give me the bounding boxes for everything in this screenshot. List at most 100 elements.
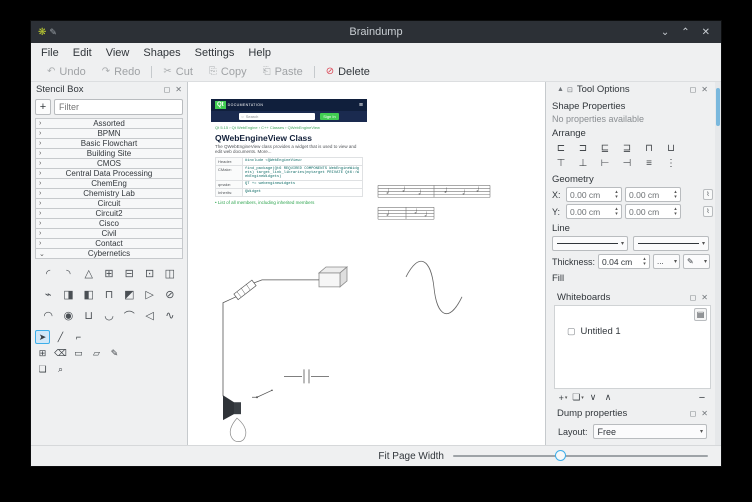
spin-down-icon[interactable]: ▾ <box>615 195 618 200</box>
canvas-shape-resistor-wire[interactable] <box>223 280 319 396</box>
width-spinbox[interactable]: 0.00 cm ▴▾ <box>625 187 681 202</box>
canvas-shape-music-staff-1[interactable]: ♩♩♩ ♩♩♩ <box>378 185 490 197</box>
line-tool-button[interactable]: ╱ <box>53 330 68 344</box>
canvas-shape-3d-box[interactable] <box>319 267 347 287</box>
pattern-tool-button[interactable]: ▱ <box>89 346 104 360</box>
zoom-slider[interactable] <box>453 446 708 466</box>
stencil-shape-icon[interactable]: ▷ <box>139 284 159 305</box>
lock-icon[interactable]: ⊡ <box>567 86 573 94</box>
stencil-shape-icon[interactable]: ◩ <box>119 284 139 305</box>
duplicate-whiteboard-button[interactable]: ❏ ▾ <box>572 391 584 404</box>
move-up-button[interactable]: ∧ <box>602 391 614 404</box>
whiteboard-list-item[interactable]: ▢ Untitled 1 <box>555 326 710 337</box>
menu-settings[interactable]: Settings <box>188 47 242 59</box>
stencil-shape-icon[interactable]: ⌁ <box>38 284 58 305</box>
close-panel-icon[interactable]: ✕ <box>175 85 182 94</box>
link-aspect-icon[interactable]: ⌇ <box>703 189 713 200</box>
stencil-shape-icon[interactable]: ◜ <box>38 263 58 284</box>
float-panel-icon[interactable]: ◻ <box>164 85 171 94</box>
stencil-shape-icon[interactable]: ⊓ <box>99 284 119 305</box>
menu-shapes[interactable]: Shapes <box>136 47 187 59</box>
menu-help[interactable]: Help <box>241 47 278 59</box>
delete-button[interactable]: ⊘ Delete <box>318 66 378 78</box>
stencil-shape-icon[interactable]: ◡ <box>99 305 119 326</box>
grid-tool-button[interactable]: ⊞ <box>35 346 50 360</box>
spin-down-icon[interactable]: ▾ <box>643 262 646 267</box>
menu-view[interactable]: View <box>99 47 137 59</box>
line-cap-select[interactable]: ... ▾ <box>653 254 680 269</box>
spin-down-icon[interactable]: ▾ <box>674 195 677 200</box>
menu-file[interactable]: File <box>34 47 66 59</box>
copy-button[interactable]: ⎘ Copy <box>201 66 255 78</box>
thickness-spinbox[interactable]: 0.04 cm ▴▾ <box>598 254 650 269</box>
arrange-icon-button[interactable]: ⊏ <box>552 141 570 155</box>
arrange-icon-button[interactable]: ⊐ <box>574 141 592 155</box>
arrange-icon-button[interactable]: ⊥ <box>574 156 592 170</box>
arrange-icon-button[interactable]: ⊣ <box>618 156 636 170</box>
list-view-button[interactable]: ▤ <box>694 308 707 321</box>
float-panel-icon[interactable]: ◻ <box>690 85 697 94</box>
arrange-icon-button[interactable]: ⊓ <box>640 141 658 155</box>
move-down-button[interactable]: ∨ <box>587 391 599 404</box>
remove-whiteboard-button[interactable]: − <box>696 391 708 404</box>
stencil-shape-icon[interactable]: ⊘ <box>160 284 180 305</box>
maximize-button[interactable]: ⌃ <box>681 27 689 38</box>
spin-down-icon[interactable]: ▾ <box>674 212 677 217</box>
close-button[interactable]: ✕ <box>702 27 710 38</box>
canvas-shape-sine-curve[interactable] <box>406 261 462 313</box>
stencil-filter-input[interactable] <box>54 99 183 115</box>
redo-button[interactable]: ↷ Redo <box>94 66 149 78</box>
close-panel-icon[interactable]: ✕ <box>701 293 708 302</box>
add-whiteboard-button[interactable]: + ▾ <box>557 391 569 404</box>
canvas-shape-switch[interactable] <box>252 390 273 399</box>
canvas-shape-speaker[interactable] <box>223 395 241 420</box>
stencil-shape-icon[interactable]: ◧ <box>79 284 99 305</box>
arrange-icon-button[interactable]: ⊑ <box>596 141 614 155</box>
stencil-shape-icon[interactable]: ◠ <box>38 305 58 326</box>
select-tool-button[interactable]: ➤ <box>35 330 50 344</box>
close-panel-icon[interactable]: ✕ <box>701 85 708 94</box>
stencil-shape-icon[interactable]: ◁ <box>139 305 159 326</box>
arrange-icon-button[interactable]: ⋮ <box>662 156 680 170</box>
float-panel-icon[interactable]: ◻ <box>690 409 697 418</box>
canvas-image-qt-documentation[interactable]: Qt DOCUMENTATION ≡ ○ Search Sign In Qt 5… <box>211 99 367 208</box>
canvas-shape-capacitor[interactable] <box>284 369 329 383</box>
pan-tool-button[interactable]: ❏ <box>35 362 50 376</box>
arrange-icon-button[interactable]: ⊢ <box>596 156 614 170</box>
line-style-select[interactable]: ✎ ▾ <box>683 254 710 269</box>
link-aspect-icon[interactable]: ⌇ <box>703 206 713 217</box>
layout-select[interactable]: Free ▾ <box>593 424 707 439</box>
menu-edit[interactable]: Edit <box>66 47 99 59</box>
undo-button[interactable]: ↶ Undo <box>39 66 94 78</box>
x-position-spinbox[interactable]: 0.00 cm ▴▾ <box>566 187 622 202</box>
arrange-icon-button[interactable]: ⊔ <box>662 141 680 155</box>
arrange-icon-button[interactable]: ⊤ <box>552 156 570 170</box>
pencil-tool-button[interactable]: ✎ <box>107 346 122 360</box>
y-position-spinbox[interactable]: 0.00 cm ▴▾ <box>566 204 622 219</box>
stencil-shape-icon[interactable]: ⊟ <box>119 263 139 284</box>
stencil-shape-icon[interactable]: ◝ <box>58 263 78 284</box>
stroke-tool-button[interactable]: ▭ <box>71 346 86 360</box>
collapse-icon[interactable]: ▲ <box>557 86 564 94</box>
eraser-tool-button[interactable]: ⌫ <box>53 346 68 360</box>
float-panel-icon[interactable]: ◻ <box>690 293 697 302</box>
line-end-marker-select[interactable]: ▾ <box>633 236 709 251</box>
zoom-tool-button[interactable]: ⌕ <box>53 362 68 376</box>
connector-tool-button[interactable]: ⌐ <box>71 330 86 344</box>
stencil-shape-icon[interactable]: ◫ <box>160 263 180 284</box>
spin-down-icon[interactable]: ▾ <box>615 212 618 217</box>
drawing-canvas[interactable]: ♩♩♩ ♩♩♩ ♩♩♩ <box>188 82 545 445</box>
stencil-shape-icon[interactable]: ⊞ <box>99 263 119 284</box>
close-panel-icon[interactable]: ✕ <box>701 409 708 418</box>
zoom-slider-track[interactable] <box>453 455 708 457</box>
height-spinbox[interactable]: 0.00 cm ▴▾ <box>625 204 681 219</box>
stencil-shape-icon[interactable]: △ <box>79 263 99 284</box>
minimize-button[interactable]: ⌄ <box>661 27 669 38</box>
canvas-shape-music-staff-2[interactable]: ♩♩♩ <box>378 207 434 219</box>
line-start-marker-select[interactable]: ▾ <box>552 236 628 251</box>
stencil-shape-icon[interactable]: ⌒ <box>119 305 139 326</box>
scrollbar-thumb[interactable] <box>716 88 720 126</box>
stencil-shape-icon[interactable]: ◉ <box>58 305 78 326</box>
arrange-icon-button[interactable]: ⊒ <box>618 141 636 155</box>
arrange-icon-button[interactable]: ≡ <box>640 156 658 170</box>
